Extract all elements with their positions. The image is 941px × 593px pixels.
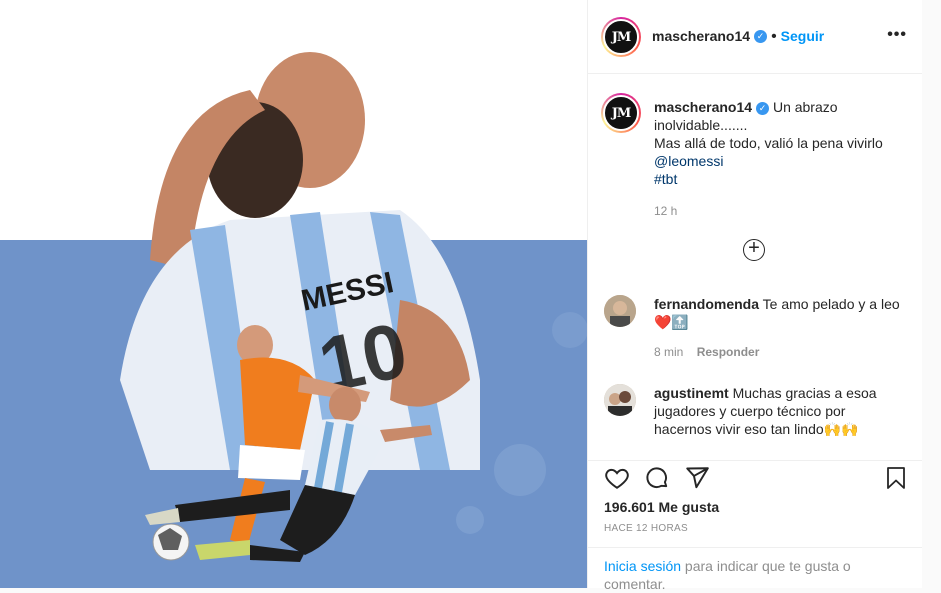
author-avatar: JM [603,19,639,55]
post-actions: 196.601 Me gusta HACE 12 HORAS Inicia se… [588,460,923,592]
caption-time: 12 h [654,204,678,218]
follow-button[interactable]: Seguir [781,28,825,44]
hashtag-link[interactable]: #tbt [654,171,677,187]
comments-list: JM mascherano14 ✓ Un abrazo inolvidable..… [588,74,923,460]
post-photo: MESSI 10 [0,0,587,588]
post-container: MESSI 10 JM mascherano14 ✓ • Seguir ••• … [0,0,941,592]
reply-button[interactable]: Responder [697,345,760,359]
caption-line-1: Un abrazo [772,99,838,115]
post-header: JM mascherano14 ✓ • Seguir ••• [588,0,923,74]
comment-meta: 8 min Responder [654,343,904,361]
commenter-photo [604,384,636,416]
caption-avatar: JM [603,95,639,131]
caption-line-2: inolvidable....... [654,117,748,133]
author-username[interactable]: mascherano14 [652,28,750,44]
bookmark-icon[interactable] [884,465,908,491]
likes-count[interactable]: 196.601 Me gusta [604,499,719,515]
commenter-photo [604,295,636,327]
post-timestamp: HACE 12 HORAS [604,523,688,534]
login-link[interactable]: Inicia sesión [604,558,681,574]
verified-badge-icon: ✓ [756,101,770,115]
heart-icon[interactable] [604,465,630,491]
load-more-comments-icon[interactable]: + [743,238,765,261]
comment-emoji: ❤️🔝 [654,314,689,330]
comment-icon[interactable] [644,465,670,491]
comment-username[interactable]: agustinemt [654,385,729,401]
author-avatar-ring[interactable]: JM [601,17,641,57]
comment-text: fernandomenda Te amo pelado y a leo ❤️🔝 8… [654,295,904,361]
header-line: mascherano14 ✓ • Seguir [652,28,824,46]
commenter-avatar[interactable] [604,384,636,416]
post-details-panel: JM mascherano14 ✓ • Seguir ••• JM mascheran… [587,0,923,592]
page-gutter [922,0,941,588]
caption-text: mascherano14 ✓ Un abrazo inolvidable.....… [654,98,904,220]
commenter-avatar[interactable] [604,295,636,327]
caption-avatar-ring[interactable]: JM [601,93,641,133]
mention-link[interactable]: @leomessi [654,153,723,169]
comment-body: Te amo pelado y a leo [762,296,900,312]
comment-time: 8 min [654,345,684,359]
comment-username[interactable]: fernandomenda [654,296,759,312]
separator-dot: • [771,28,777,45]
caption-username[interactable]: mascherano14 [654,99,752,115]
comment-text: agustinemt Muchas gracias a esoa jugador… [654,384,904,438]
verified-badge-icon: ✓ [754,30,768,44]
login-prompt: Inicia sesión para indicar que te gusta … [588,547,923,593]
share-icon[interactable] [684,465,710,491]
caption-line-3: Mas allá de todo, valió la pena vivirlo [654,135,883,151]
comment-emoji: 🙌🙌 [823,421,859,437]
post-image[interactable]: MESSI 10 [0,0,587,588]
more-options-icon[interactable]: ••• [887,26,907,44]
